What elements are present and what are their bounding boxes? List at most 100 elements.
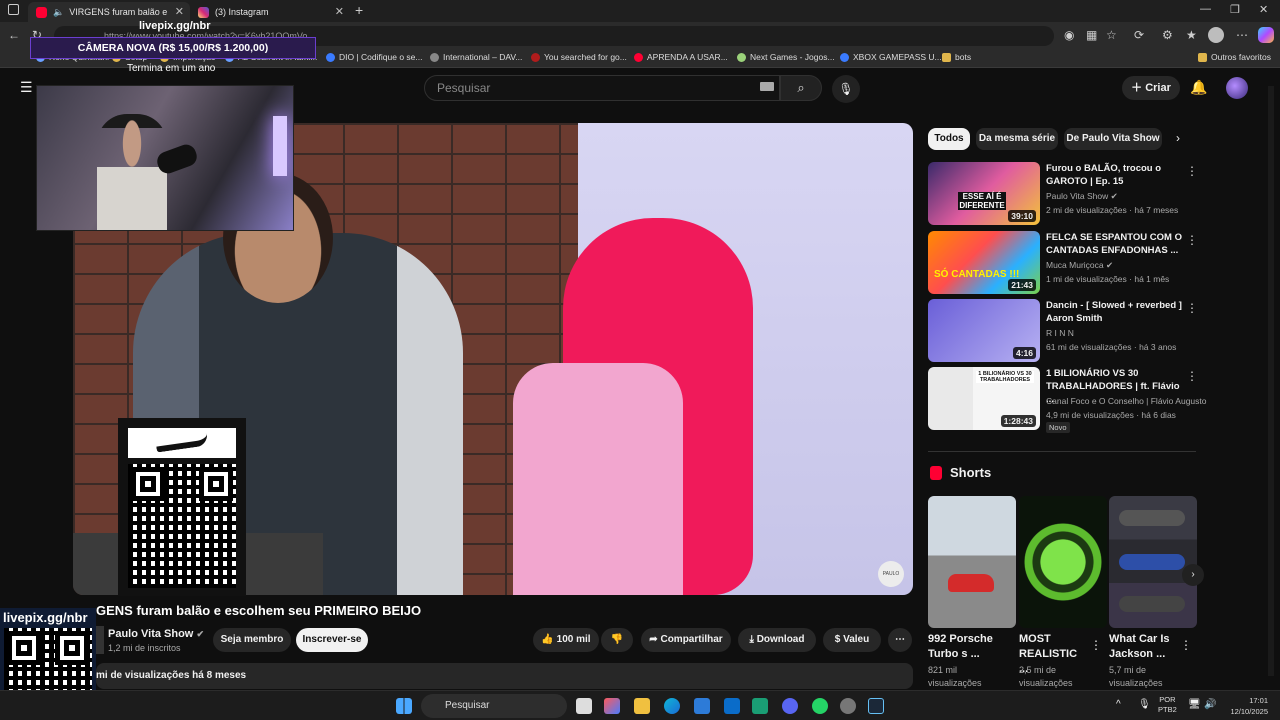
overlay-goal-banner: CÂMERA NOVA (R$ 15,00/R$ 1.200,00) [30,37,316,59]
clock[interactable]: 17:01 12/10/2025 [1224,695,1268,717]
short-thumbnail[interactable] [1109,496,1197,628]
channel-name[interactable]: Paulo Vita Show ✔ [1046,191,1118,202]
close-tab-icon[interactable]: ✕ [335,5,344,18]
tab-youtube[interactable]: 🔈 VIRGENS furam balão e esco ✕ [28,2,190,22]
short-title[interactable]: 992 Porsche Turbo s ... [928,632,998,662]
network-icon[interactable]: 🖥 [1188,699,1201,710]
extensions-icon[interactable]: ⟳ [1134,28,1144,42]
swoosh-logo [128,428,236,458]
tab-title: (3) Instagram [215,7,269,17]
terminal-icon[interactable] [752,698,768,714]
file-explorer-icon[interactable] [634,698,650,714]
short-title[interactable]: What Car Is Jackson ... [1109,632,1179,662]
bookmark-icon [737,52,746,62]
bookmark-item[interactable]: International – DAV... [430,52,522,62]
store-icon[interactable] [694,698,710,714]
windows-start-icon[interactable] [396,698,412,714]
like-button[interactable]: 👍 100 mil [533,628,599,652]
settings-icon[interactable] [840,698,856,714]
speaker-icon[interactable]: 🔈 [53,7,64,18]
channel-name[interactable]: Muca Muriçoca ✔ [1046,260,1113,271]
back-icon[interactable]: ← [8,28,20,42]
voice-search-button[interactable]: 🎙 [832,75,860,103]
subscribe-button[interactable]: Inscrever-se [296,628,368,652]
search-input[interactable]: Pesquisar [424,75,780,101]
restore-icon[interactable]: ❐ [1230,3,1240,16]
short-thumbnail[interactable] [1019,496,1107,628]
more-vert-icon[interactable]: ⋮ [1180,638,1192,652]
more-vert-icon[interactable]: ⋮ [1186,369,1198,383]
task-view-icon[interactable] [576,698,592,714]
recommendation-item[interactable]: SÓ CANTADAS !!! 21:43 FELCA SE ESPANTOU … [928,231,1198,295]
widgets-icon[interactable] [604,698,620,714]
bookmark-item[interactable]: DIO | Codifique o se... [326,52,422,62]
bookmark-item[interactable]: APRENDA A USAR... [634,52,728,62]
profile-avatar[interactable] [1208,27,1224,43]
more-vert-icon[interactable]: ⋮ [1186,164,1198,178]
favorites-icon[interactable]: ★ [1186,28,1197,42]
other-favorites[interactable]: Outros favoritos [1198,52,1271,62]
recommendation-item[interactable]: 4:16 Dancin - [ Slowed + reverbed ] Aaro… [928,299,1198,363]
bookmark-item[interactable]: bots [942,52,971,62]
search-icon: ⌕ [797,80,805,95]
bookmark-item[interactable]: XBOX GAMEPASS U... [840,52,942,62]
search-button[interactable]: ⌕ [780,75,822,101]
close-tab-icon[interactable]: ✕ [175,5,184,18]
chip-from-channel[interactable]: De Paulo Vita Show [1064,128,1162,150]
scrollbar[interactable] [1268,86,1274,676]
thanks-button[interactable]: $ Valeu [823,628,881,652]
language-indicator[interactable]: POR PTB2 [1158,695,1177,715]
more-vert-icon[interactable]: ⋮ [1186,301,1198,315]
more-options-icon[interactable]: ⋯ [1236,28,1248,42]
taskbar-search[interactable]: Pesquisar [421,694,567,718]
tray-chevron-icon[interactable]: ^ [1116,699,1121,710]
join-button[interactable]: Seja membro [213,628,291,652]
webcam-streamer [97,114,167,230]
bookmark-item[interactable]: Next Games - Jogos... [737,52,835,62]
chevron-right-icon[interactable]: › [1176,131,1180,145]
recommendation-item[interactable]: ESSE AÍ É DIFERENTE 39:10 Furou o BALÃO,… [928,162,1198,226]
channel-watermark[interactable]: PAULO VITA SHOW [878,561,904,587]
menu-icon[interactable]: ☰ [20,79,33,96]
close-window-icon[interactable]: ✕ [1259,3,1268,16]
description-box[interactable]: mi de visualizações há 8 meses [96,663,913,689]
channel-avatar[interactable] [96,626,104,654]
download-button[interactable]: ⤓ Download [738,628,816,652]
video-meta: 1 mi de visualizações · há 1 mês [1046,274,1170,284]
more-actions-button[interactable]: ⋯ [888,628,912,652]
tab-actions-icon[interactable] [8,4,19,15]
new-tab-icon[interactable]: + [355,2,363,18]
favorite-star-icon[interactable]: ☆ [1106,28,1117,42]
steam-icon[interactable] [868,698,884,714]
bookmark-item[interactable]: You searched for go... [531,52,627,62]
copilot-icon[interactable] [1258,27,1274,43]
notifications-bell-icon[interactable]: 🔔 [1190,79,1207,96]
edge-icon[interactable] [664,698,680,714]
create-button[interactable]: ＋ Criar [1122,76,1180,100]
whatsapp-icon[interactable] [812,698,828,714]
mic-tray-icon[interactable]: 🎙 [1138,699,1151,710]
outlook-icon[interactable] [724,698,740,714]
channel-name[interactable]: R I N N [1046,328,1074,338]
channel-name[interactable]: Canal Foco e O Conselho | Flávio Augusto [1046,396,1207,406]
short-thumbnail[interactable] [928,496,1016,628]
reader-icon[interactable]: ◉ [1064,28,1074,42]
dislike-button[interactable]: 👎 [601,628,633,652]
more-vert-icon[interactable]: ⋮ [1090,638,1102,652]
browser-tab-bar: 🔈 VIRGENS furam balão e esco ✕ (3) Insta… [0,0,1280,22]
recommendation-item[interactable]: 1 BILIONÁRIO VS 30 TRABALHADORES 1:28:43… [928,367,1207,433]
chip-same-series[interactable]: Da mesma série [976,128,1058,150]
shorts-next-button[interactable]: › [1182,564,1204,586]
tab-instagram[interactable]: (3) Instagram ✕ [190,2,350,22]
volume-icon[interactable]: 🔊 [1204,699,1216,710]
performance-icon[interactable]: ⚙ [1162,28,1173,42]
apps-icon[interactable]: ▦ [1086,28,1097,42]
share-button[interactable]: ➦ Compartilhar [641,628,731,652]
minimize-icon[interactable]: — [1200,3,1211,15]
channel-name[interactable]: Paulo Vita Show ✔ [108,628,204,640]
chip-all[interactable]: Todos [928,128,970,150]
discord-icon[interactable] [782,698,798,714]
more-vert-icon[interactable]: ⋮ [1186,233,1198,247]
account-avatar[interactable] [1226,77,1248,99]
keyboard-icon[interactable] [760,82,774,91]
